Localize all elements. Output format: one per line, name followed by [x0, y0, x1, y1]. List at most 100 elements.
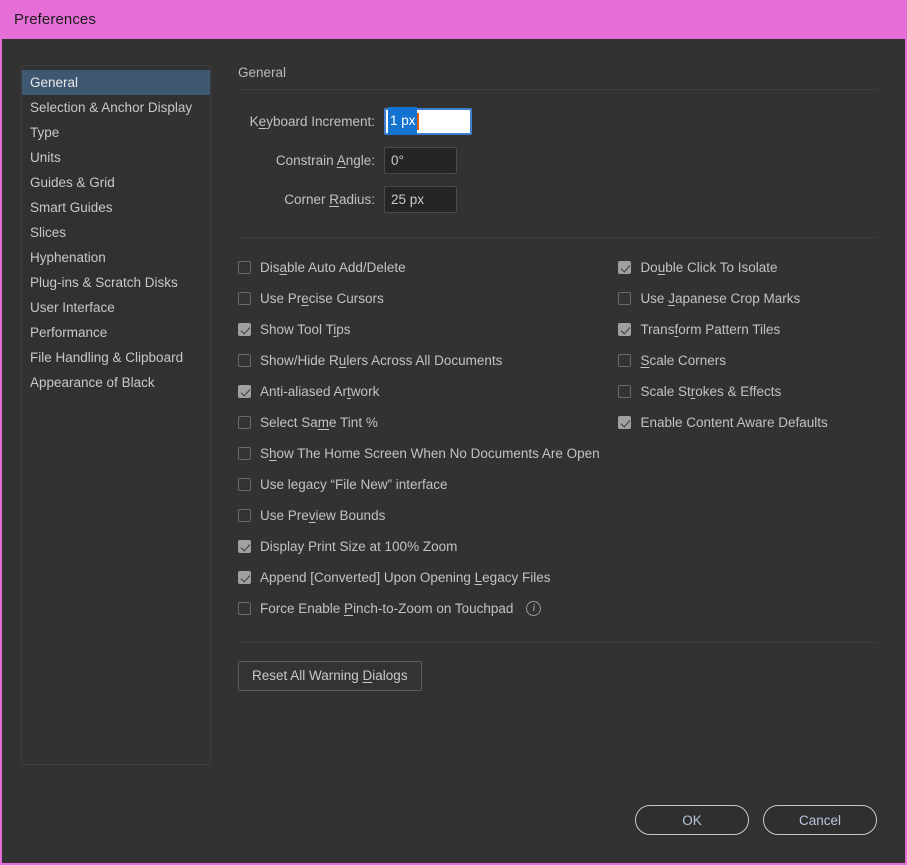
mnemonic-letter: f	[674, 322, 679, 337]
cancel-button[interactable]: Cancel	[763, 805, 877, 835]
checkbox-row-display-print-size-at-100-zoom[interactable]: Display Print Size at 100% Zoom	[238, 531, 618, 562]
section-divider-middle	[238, 237, 877, 238]
checkbox-row-use-precise-cursors[interactable]: Use Precise Cursors	[238, 283, 618, 314]
checkbox-row-force-enable-pinch-to-zoom-on-touchpad[interactable]: Force Enable Pinch-to-Zoom on Touchpad i	[238, 593, 618, 624]
checkbox-unchecked-icon[interactable]	[618, 354, 632, 367]
checkbox-checked-icon[interactable]	[618, 323, 632, 336]
mnemonic-letter: e	[258, 113, 267, 129]
mnemonic-letter: P	[344, 601, 354, 616]
checkbox-unchecked-icon[interactable]	[238, 447, 251, 460]
mnemonic-letter: e	[301, 291, 309, 306]
checkbox-label: Anti-aliased Artwork	[260, 384, 380, 399]
checkbox-checked-icon[interactable]	[618, 416, 632, 429]
mnemonic-letter: D	[362, 668, 373, 683]
sidebar-item-plug-ins-scratch-disks[interactable]: Plug-ins & Scratch Disks	[22, 270, 210, 295]
checkbox-unchecked-icon[interactable]	[618, 292, 632, 305]
checkbox-row-use-legacy-file-new-interface[interactable]: Use legacy “File New” interface	[238, 469, 618, 500]
mnemonic-letter: r	[690, 384, 696, 399]
checkbox-row-use-japanese-crop-marks[interactable]: Use Japanese Crop Marks	[618, 283, 877, 314]
checkbox-checked-icon[interactable]	[238, 323, 251, 336]
checkbox-row-anti-aliased-artwork[interactable]: Anti-aliased Artwork	[238, 376, 618, 407]
sidebar-item-type[interactable]: Type	[22, 120, 210, 145]
checkbox-unchecked-icon[interactable]	[618, 385, 632, 398]
sidebar-item-guides-grid[interactable]: Guides & Grid	[22, 170, 210, 195]
field-label: Constrain Angle:	[275, 152, 375, 168]
checkbox-unchecked-icon[interactable]	[238, 509, 251, 522]
checkbox-row-scale-strokes-effects[interactable]: Scale Strokes & Effects	[618, 376, 877, 407]
checkbox-unchecked-icon[interactable]	[238, 478, 251, 491]
sidebar-item-label: Guides & Grid	[30, 175, 115, 190]
mnemonic-letter: i	[333, 322, 337, 337]
ok-button[interactable]: OK	[635, 805, 749, 835]
sidebar-item-label: Appearance of Black	[30, 375, 155, 390]
checkbox-label: Scale Strokes & Effects	[640, 384, 782, 399]
sidebar-item-performance[interactable]: Performance	[22, 320, 210, 345]
checkbox-row-show-hide-rulers-across-all-documents[interactable]: Show/Hide Rulers Across All Documents	[238, 345, 618, 376]
category-sidebar[interactable]: General Selection & Anchor Display Type Uni…	[21, 65, 211, 765]
checkbox-label: Double Click To Isolate	[640, 260, 778, 275]
mnemonic-letter: m	[317, 415, 330, 430]
sidebar-item-selection-anchor-display[interactable]: Selection & Anchor Display	[22, 95, 210, 120]
checkbox-label: Scale Corners	[640, 353, 726, 368]
mnemonic-letter: J	[668, 291, 675, 306]
checkbox-column-left: Disable Auto Add/Delete Use Precise Curso…	[238, 252, 618, 624]
checkbox-label: Use legacy “File New” interface	[260, 477, 448, 492]
sidebar-item-label: General	[30, 75, 79, 90]
dialog-body: General Selection & Anchor Display Type Uni…	[2, 39, 905, 863]
sidebar-item-label: Performance	[30, 325, 108, 340]
checkbox-unchecked-icon[interactable]	[238, 292, 251, 305]
checkbox-unchecked-icon[interactable]	[238, 261, 251, 274]
checkbox-label: Use Japanese Crop Marks	[640, 291, 801, 306]
checkbox-label: Show/Hide Rulers Across All Documents	[260, 353, 503, 368]
sidebar-item-label: Smart Guides	[30, 200, 113, 215]
text-caret	[416, 112, 419, 130]
sidebar-item-slices[interactable]: Slices	[22, 220, 210, 245]
checkbox-row-transform-pattern-tiles[interactable]: Transform Pattern Tiles	[618, 314, 877, 345]
checkbox-label: Show Tool Tips	[260, 322, 351, 337]
checkbox-row-append-converted-upon-opening-legacy-files[interactable]: Append [Converted] Upon Opening Legacy F…	[238, 562, 618, 593]
sidebar-item-file-handling-clipboard[interactable]: File Handling & Clipboard	[22, 345, 210, 370]
checkbox-row-use-preview-bounds[interactable]: Use Preview Bounds	[238, 500, 618, 531]
pane-section-title: General	[238, 65, 287, 80]
checkbox-unchecked-icon[interactable]	[238, 602, 251, 615]
checkbox-row-show-tool-tips[interactable]: Show Tool Tips	[238, 314, 618, 345]
keyboard-increment-input[interactable]: 1 px	[384, 107, 472, 135]
sidebar-item-appearance-of-black[interactable]: Appearance of Black	[22, 370, 210, 395]
field-row: Corner Radius: 25 px	[238, 184, 877, 214]
checkbox-label: Use Preview Bounds	[260, 508, 386, 523]
checkbox-area: Disable Auto Add/Delete Use Precise Curso…	[238, 237, 877, 624]
checkbox-row-scale-corners[interactable]: Scale Corners	[618, 345, 877, 376]
field-label: Keyboard Increment:	[249, 113, 375, 129]
checkbox-checked-icon[interactable]	[238, 540, 251, 553]
sidebar-item-general[interactable]: General	[22, 70, 210, 95]
checkbox-row-show-the-home-screen-when-no-documents-are-open[interactable]: Show The Home Screen When No Documents A…	[238, 438, 618, 469]
numeric-input[interactable]: 0°	[384, 146, 457, 174]
checkbox-unchecked-icon[interactable]	[238, 416, 251, 429]
checkbox-row-disable-auto-add-delete[interactable]: Disable Auto Add/Delete	[238, 252, 618, 283]
sidebar-item-label: File Handling & Clipboard	[30, 350, 184, 365]
checkbox-unchecked-icon[interactable]	[238, 354, 251, 367]
title-bar: Preferences	[2, 0, 905, 39]
numeric-input[interactable]: 25 px	[384, 185, 457, 213]
sidebar-item-hyphenation[interactable]: Hyphenation	[22, 245, 210, 270]
mnemonic-letter: t	[347, 384, 351, 399]
checkbox-row-double-click-to-isolate[interactable]: Double Click To Isolate	[618, 252, 877, 283]
general-settings-pane: General Keyboard Increment: 1 px Constrain…	[238, 65, 877, 763]
mnemonic-letter: a	[279, 260, 288, 275]
sidebar-item-units[interactable]: Units	[22, 145, 210, 170]
reset-all-warning-dialogs-button[interactable]: Reset All Warning Dialogs	[238, 661, 422, 691]
checkbox-label: Use Precise Cursors	[260, 291, 384, 306]
reset-button-wrap: Reset All Warning Dialogs	[238, 661, 877, 691]
checkbox-checked-icon[interactable]	[238, 571, 251, 584]
checkbox-checked-icon[interactable]	[618, 261, 632, 274]
mnemonic-letter: v	[308, 508, 316, 523]
checkbox-row-select-same-tint[interactable]: Select Same Tint %	[238, 407, 618, 438]
mnemonic-letter: u	[338, 353, 347, 368]
sidebar-item-smart-guides[interactable]: Smart Guides	[22, 195, 210, 220]
preferences-dialog: Preferences General Selection & Anchor Di…	[0, 0, 907, 865]
checkbox-row-enable-content-aware-defaults[interactable]: Enable Content Aware Defaults	[618, 407, 877, 438]
checkbox-checked-icon[interactable]	[238, 385, 251, 398]
field-row: Keyboard Increment: 1 px	[238, 106, 877, 136]
sidebar-item-user-interface[interactable]: User Interface	[22, 295, 210, 320]
info-icon[interactable]: i	[526, 601, 542, 616]
